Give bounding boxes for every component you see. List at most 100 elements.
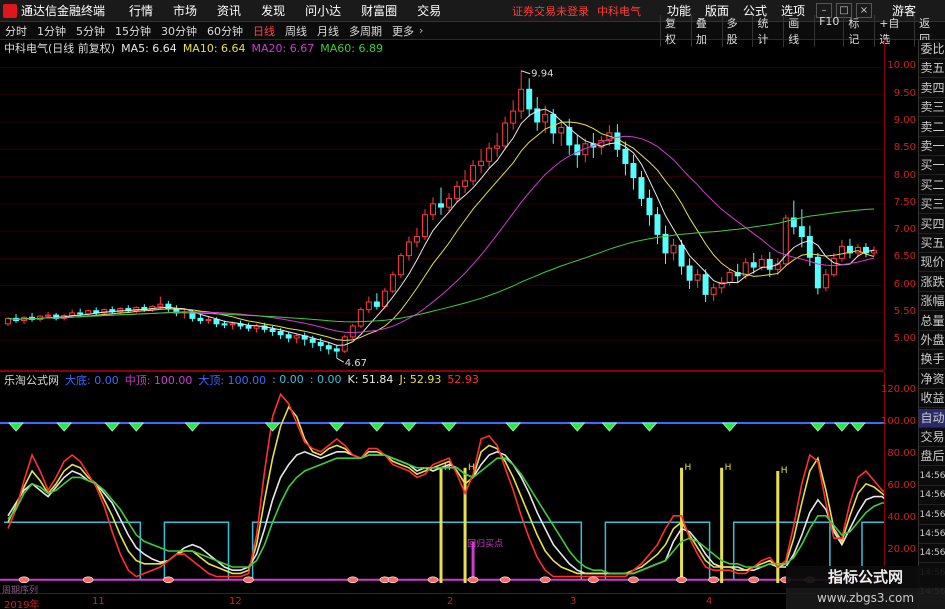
stock-name[interactable]: 中科电气(日线 前复权) (4, 40, 115, 56)
side-panel-item[interactable]: 买一 (919, 156, 945, 176)
candle-body (518, 88, 525, 112)
tool-adjust-button[interactable]: 复权 (660, 14, 691, 47)
side-panel-item[interactable]: 换手 (919, 350, 945, 370)
side-panel-item[interactable]: 14:56 (919, 467, 945, 486)
candle-body (245, 325, 252, 329)
date-label: 11 (92, 596, 105, 607)
top-marker-icon (641, 422, 658, 432)
top-marker-icon (328, 422, 345, 432)
side-panel-item[interactable]: 买二 (919, 176, 945, 195)
tool-mark-button[interactable]: 标记 (843, 14, 874, 47)
side-panel-item[interactable]: 现价 (919, 253, 945, 273)
app-logo-icon (3, 3, 17, 18)
side-panel-item[interactable]: 卖四 (919, 79, 945, 98)
price-tick-label: 5.50 (893, 305, 916, 317)
tab-weekly[interactable]: 周线 (280, 23, 312, 39)
tab-30min[interactable]: 30分钟 (156, 23, 202, 39)
bottom-marker-icon (588, 576, 599, 584)
candle-body (285, 334, 292, 339)
top-marker-icon (505, 422, 522, 432)
side-panel-item[interactable]: 卖三 (919, 98, 945, 118)
date-label: 4 (706, 596, 713, 607)
candle-body (766, 258, 773, 270)
candle-body (293, 335, 300, 339)
side-panel-item[interactable]: 盘后 (919, 447, 945, 467)
side-panel-item[interactable]: 交易 (919, 428, 945, 447)
side-panel-item[interactable]: 卖二 (919, 118, 945, 137)
indicator-tick-label: 20.00 (887, 544, 916, 555)
ma20-label: MA20: 6.67 (251, 41, 315, 55)
tab-60min[interactable]: 60分钟 (202, 23, 248, 39)
tab-15min[interactable]: 15分钟 (110, 23, 156, 39)
candle-body (229, 323, 236, 326)
tool-f10-button[interactable]: F10 (814, 14, 843, 47)
tab-1min[interactable]: 1分钟 (32, 23, 71, 39)
bottom-marker-icon (82, 576, 94, 584)
tab-daily[interactable]: 日线 (248, 23, 280, 39)
menu-item-news[interactable]: 资讯 (207, 2, 251, 19)
candle-body (317, 341, 324, 347)
axis-caption: 周期序列 (2, 586, 39, 596)
side-panel-item[interactable]: 14:56 (919, 544, 945, 564)
tool-overlay-button[interactable]: 叠加 (690, 14, 722, 47)
menu-item-discover[interactable]: 发现 (251, 2, 295, 19)
candle-body (269, 328, 276, 332)
menu-item-trade[interactable]: 交易 (407, 2, 451, 19)
indicator-name[interactable]: 乐淘公式网 (4, 372, 59, 388)
menu-item-exchange[interactable]: 市场 (163, 2, 207, 19)
watermark-title: 指标公式网 (786, 566, 945, 588)
candle-body (542, 113, 549, 123)
tab-monthly[interactable]: 月线 (312, 23, 344, 39)
tab-intraday[interactable]: 分时 (0, 23, 32, 39)
side-panel-item[interactable]: 买五 (919, 234, 945, 253)
bottom-marker-icon (18, 576, 30, 584)
bottom-marker-icon (243, 576, 254, 584)
side-panel-item[interactable]: 收益 (919, 389, 945, 409)
app-title: 通达信金融终端 (21, 4, 106, 18)
side-panel-item[interactable]: 总量 (919, 312, 945, 331)
side-panel-item[interactable]: 净资 (919, 370, 945, 389)
price-tick-label: 6.50 (893, 251, 916, 263)
side-panel-item[interactable]: 买四 (919, 215, 945, 234)
side-panel-item[interactable]: 14:56 (919, 486, 945, 506)
date-label: 2019年 (4, 600, 40, 609)
candle-body (421, 214, 428, 238)
candle-body (822, 274, 829, 289)
signal-bar (463, 467, 467, 583)
tab-multi-period[interactable]: 多周期 (344, 23, 387, 39)
menu-item-wealth[interactable]: 财富圈 (351, 2, 407, 19)
candle-body (197, 317, 204, 322)
side-panel-item[interactable]: 外盘 (919, 331, 945, 350)
candle-body (871, 250, 877, 254)
date-axis: 周期序列 2019年 11 12 2 3 4 (0, 586, 918, 609)
menu-item-market[interactable]: 行情 (119, 2, 163, 19)
indicator-value-b: : 0.00 (309, 373, 342, 386)
bottom-marker-icon (676, 576, 687, 584)
side-panel-item[interactable]: 自动 (919, 408, 945, 428)
menu-item-ask[interactable]: 问小达 (295, 2, 351, 19)
tab-5min[interactable]: 5分钟 (71, 23, 110, 39)
tool-multi-stock-button[interactable]: 多股 (721, 14, 753, 47)
side-panel-item[interactable]: 卖五 (919, 59, 945, 79)
side-panel-item[interactable]: 涨幅 (919, 292, 945, 312)
candle-body (526, 88, 533, 110)
candle-body (45, 314, 52, 317)
tool-draw-line-button[interactable]: 画线 (783, 14, 814, 47)
side-panel-item[interactable]: 14:56 (919, 506, 945, 525)
candle-body (750, 262, 757, 268)
top-marker-icon (850, 422, 866, 432)
tool-statistics-button[interactable]: 统计 (752, 14, 783, 47)
chevron-right-icon[interactable]: › (419, 24, 423, 37)
side-panel-item[interactable]: 14:56 (919, 525, 945, 544)
side-panel-item[interactable]: 委比 (919, 40, 945, 59)
candle-body (365, 301, 372, 311)
indicator-chart[interactable]: H H H H H回归买点 (0, 387, 884, 593)
ma20-line (7, 135, 875, 334)
candlestick-chart[interactable]: 9.94 4.67 (0, 56, 884, 370)
bottom-marker-icon (347, 576, 359, 584)
side-panel-item[interactable]: 涨跌 (919, 273, 945, 292)
side-panel-item[interactable]: 卖一 (919, 137, 945, 156)
side-panel-item[interactable]: 买三 (919, 195, 945, 215)
candle-body (678, 244, 685, 267)
tab-more[interactable]: 更多 (387, 23, 419, 39)
